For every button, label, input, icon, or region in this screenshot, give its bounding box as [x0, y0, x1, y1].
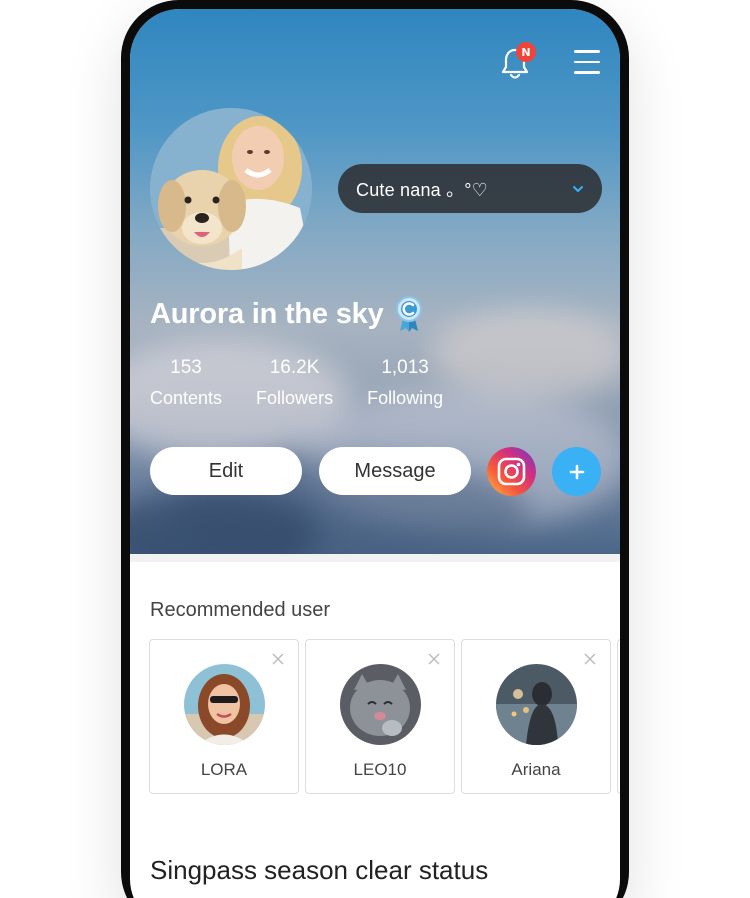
- phone-screen: N Cute nana 。°♡ Aurora in the sky 153 Co…: [130, 9, 620, 898]
- status-message-text: Cute nana 。°♡: [356, 179, 489, 200]
- stat-label: Followers: [256, 388, 334, 408]
- stat-value: 16.2K: [269, 357, 320, 378]
- status-message-dropdown[interactable]: Cute nana 。°♡: [338, 164, 602, 213]
- avatar: [184, 664, 265, 745]
- recommended-user-card[interactable]: [617, 639, 620, 794]
- stat-contents[interactable]: 153 Contents: [150, 357, 222, 409]
- profile-avatar[interactable]: [150, 108, 312, 270]
- medal-icon: [395, 296, 422, 332]
- chevron-down-icon: [573, 185, 583, 192]
- message-button[interactable]: Message: [319, 447, 471, 495]
- instagram-icon[interactable]: [487, 447, 536, 496]
- profile-name-row: Aurora in the sky: [150, 295, 424, 333]
- section-divider: [130, 554, 620, 562]
- plus-icon: [569, 464, 584, 479]
- recommended-user-name: LORA: [200, 760, 248, 779]
- profile-stats: 153 Contents 16.2K Followers 1,013 Follo…: [150, 357, 477, 409]
- stat-followers[interactable]: 16.2K Followers: [256, 357, 333, 409]
- recommended-user-card[interactable]: LORA: [149, 639, 299, 794]
- stat-value: 1,013: [381, 357, 429, 378]
- add-button[interactable]: [552, 447, 601, 496]
- recommended-user-card[interactable]: Ariana: [461, 639, 611, 794]
- stat-label: Following: [367, 388, 444, 408]
- close-icon[interactable]: [272, 653, 284, 665]
- close-icon[interactable]: [428, 653, 440, 665]
- stat-following[interactable]: 1,013 Following: [367, 357, 443, 409]
- menu-icon[interactable]: [574, 50, 600, 74]
- recommended-user-name: LEO10: [353, 760, 407, 779]
- profile-name: Aurora in the sky: [150, 297, 384, 330]
- season-status-title: Singpass season clear status: [150, 855, 489, 885]
- close-icon[interactable]: [584, 653, 596, 665]
- stat-label: Contents: [150, 388, 223, 408]
- avatar: [496, 664, 577, 745]
- recommended-user-title: Recommended user: [150, 599, 331, 621]
- phone-frame: N Cute nana 。°♡ Aurora in the sky 153 Co…: [121, 0, 629, 898]
- recommended-user-list: LORA LEO10 Ariana: [149, 639, 620, 794]
- edit-button[interactable]: Edit: [150, 447, 302, 495]
- avatar: [340, 664, 421, 745]
- recommended-user-card[interactable]: LEO10: [305, 639, 455, 794]
- notification-badge: N: [516, 42, 536, 62]
- profile-header: N Cute nana 。°♡ Aurora in the sky 153 Co…: [130, 9, 620, 554]
- recommended-user-name: Ariana: [511, 760, 561, 779]
- stat-value: 153: [170, 357, 202, 378]
